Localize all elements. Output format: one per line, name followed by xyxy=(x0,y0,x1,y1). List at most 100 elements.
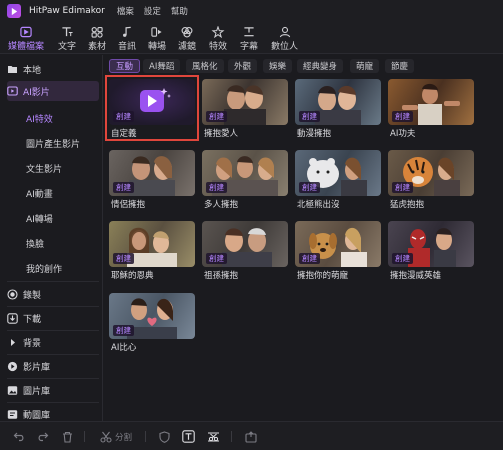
tool-audio-label: 音訊 xyxy=(118,42,137,52)
bottom-toolbar: 分割 xyxy=(0,421,503,450)
sidebar-item-image-library-label: 圖片庫 xyxy=(23,386,51,397)
sidebar-divider xyxy=(7,402,99,403)
media-files-icon xyxy=(20,26,32,38)
tool-text[interactable]: 文字 xyxy=(58,24,76,52)
card-thumbnail: 創建 xyxy=(109,150,195,196)
record-icon xyxy=(7,288,18,300)
sidebar-item-ai-video[interactable]: AI影片 xyxy=(7,81,99,101)
card-caption: 動漫擁抱 xyxy=(297,129,332,139)
tool-transition[interactable]: 轉場 xyxy=(148,24,166,52)
sidebar-sub-image-to-video[interactable]: 圖片產生影片 xyxy=(26,137,80,150)
assets-icon xyxy=(91,27,103,38)
tool-audio[interactable]: 音訊 xyxy=(118,24,136,52)
tab-cute-pets[interactable]: 萌寵 xyxy=(350,59,380,73)
sidebar-item-local[interactable]: 本地 xyxy=(7,59,99,79)
app-logo-icon xyxy=(7,4,21,18)
create-badge: 創建 xyxy=(299,253,320,264)
export-frame-icon[interactable] xyxy=(244,430,257,443)
sidebar-sub-ai-transition[interactable]: AI轉場 xyxy=(26,212,53,225)
transition-icon xyxy=(151,27,162,37)
animation-library-icon xyxy=(7,409,18,420)
sidebar-item-download[interactable]: 下載 xyxy=(7,308,99,328)
tool-text-label: 文字 xyxy=(58,42,77,52)
tool-media-files-label: 媒體檔案 xyxy=(8,42,45,52)
effect-card-marvel-hero-hug[interactable]: 創建 擁抱漫威英雄 xyxy=(388,221,474,281)
sidebar-divider xyxy=(7,378,99,379)
music-note-icon xyxy=(123,26,131,37)
tab-stylize[interactable]: 風格化 xyxy=(186,59,224,73)
toolbar-divider xyxy=(145,431,146,442)
tab-appearance[interactable]: 外觀 xyxy=(228,59,258,73)
tool-filter-label: 濾鏡 xyxy=(178,42,197,52)
tool-effects[interactable]: 特效 xyxy=(209,24,227,52)
effect-card-grace-of-jesus[interactable]: 創建 耶穌的恩典 xyxy=(109,221,195,281)
tool-subtitle[interactable]: 字幕 xyxy=(240,24,258,52)
filter-icon xyxy=(181,27,193,38)
sidebar-item-background-label: 背景 xyxy=(23,338,42,349)
text-tool-icon[interactable] xyxy=(182,430,195,443)
split-scissors-icon[interactable] xyxy=(99,430,112,443)
create-badge: 創建 xyxy=(113,325,134,336)
tab-ai-dance[interactable]: AI舞蹈 xyxy=(143,59,181,73)
effect-card-tiger-hug[interactable]: 創建 猛虎抱抱 xyxy=(388,150,474,210)
tab-festival[interactable]: 節慶 xyxy=(385,59,415,73)
sidebar-item-video-library-label: 影片庫 xyxy=(23,362,51,373)
tool-media-files[interactable]: 媒體檔案 xyxy=(8,24,44,52)
effect-card-hug-your-pet[interactable]: 創建 擁抱你的萌寵 xyxy=(295,221,381,281)
split-label[interactable]: 分割 xyxy=(115,431,132,443)
menu-file[interactable]: 檔案 xyxy=(117,5,134,17)
effect-card-ai-kungfu[interactable]: 創建 AI功夫 xyxy=(388,79,474,139)
card-caption: 多人擁抱 xyxy=(204,200,239,210)
delete-icon[interactable] xyxy=(61,430,74,443)
create-badge: 創建 xyxy=(392,253,413,264)
tab-entertainment[interactable]: 娛樂 xyxy=(263,59,293,73)
create-badge: 創建 xyxy=(206,111,227,122)
sidebar-divider xyxy=(7,354,99,355)
redo-icon[interactable] xyxy=(36,430,49,443)
text-icon xyxy=(62,27,73,37)
ai-video-icon xyxy=(7,86,18,97)
digital-human-icon xyxy=(279,26,290,38)
tab-interaction[interactable]: 互動 xyxy=(109,59,141,73)
menu-help[interactable]: 幫助 xyxy=(171,5,188,17)
tool-assets[interactable]: 素材 xyxy=(88,24,106,52)
create-badge: 創建 xyxy=(206,253,227,264)
sidebar-item-download-label: 下載 xyxy=(23,314,42,325)
effect-card-couple-hug[interactable]: 創建 情侶擁抱 xyxy=(109,150,195,210)
sidebar-sub-my-creations[interactable]: 我的創作 xyxy=(26,262,62,275)
tool-digital-human[interactable]: 數位人 xyxy=(271,24,298,52)
sidebar-item-ai-video-label: AI影片 xyxy=(23,87,50,98)
effect-card-polar-bear[interactable]: 創建 北極熊出沒 xyxy=(295,150,381,210)
effect-card-grandparent-hug[interactable]: 創建 祖孫擁抱 xyxy=(202,221,288,281)
card-thumbnail: 創建 xyxy=(202,221,288,267)
chevron-right-icon xyxy=(7,337,18,348)
card-caption: AI比心 xyxy=(111,343,137,353)
card-thumbnail: 創建 xyxy=(388,150,474,196)
effect-card-ai-heart-hands[interactable]: 創建 AI比心 xyxy=(109,293,195,353)
effect-card-hug-lover[interactable]: 創建 擁抱愛人 xyxy=(202,79,288,139)
sidebar-sub-face-swap[interactable]: 換臉 xyxy=(26,237,44,250)
sidebar-divider xyxy=(7,306,99,307)
sidebar-sub-ai-effects[interactable]: AI特效 xyxy=(26,112,53,125)
sidebar-sub-text-to-video[interactable]: 文生影片 xyxy=(26,162,62,175)
sidebar-item-animation-library[interactable]: 動圖庫 xyxy=(7,404,99,421)
crop-scissors-icon[interactable] xyxy=(207,430,220,443)
create-badge: 創建 xyxy=(113,253,134,264)
tool-transition-label: 轉場 xyxy=(148,42,167,52)
shield-icon[interactable] xyxy=(158,430,171,443)
sidebar-sub-ai-animation[interactable]: AI動畫 xyxy=(26,187,53,200)
effect-card-anime-hug[interactable]: 創建 動漫擁抱 xyxy=(295,79,381,139)
sidebar-item-animation-library-label: 動圖庫 xyxy=(23,410,51,421)
sidebar-item-record[interactable]: 錄製 xyxy=(7,284,99,304)
tab-classic-transform[interactable]: 經典變身 xyxy=(297,59,344,73)
effect-card-custom[interactable]: 創建 自定義 xyxy=(105,75,199,141)
sidebar-item-background[interactable]: 背景 xyxy=(7,332,99,352)
menu-settings[interactable]: 設定 xyxy=(144,5,161,17)
subtitle-icon xyxy=(244,27,254,37)
tool-filter[interactable]: 濾鏡 xyxy=(178,24,196,52)
sidebar-item-image-library[interactable]: 圖片庫 xyxy=(7,380,99,400)
tool-effects-label: 特效 xyxy=(209,42,228,52)
undo-icon[interactable] xyxy=(12,430,25,443)
sidebar-item-video-library[interactable]: 影片庫 xyxy=(7,356,99,376)
effect-card-group-hug[interactable]: 創建 多人擁抱 xyxy=(202,150,288,210)
